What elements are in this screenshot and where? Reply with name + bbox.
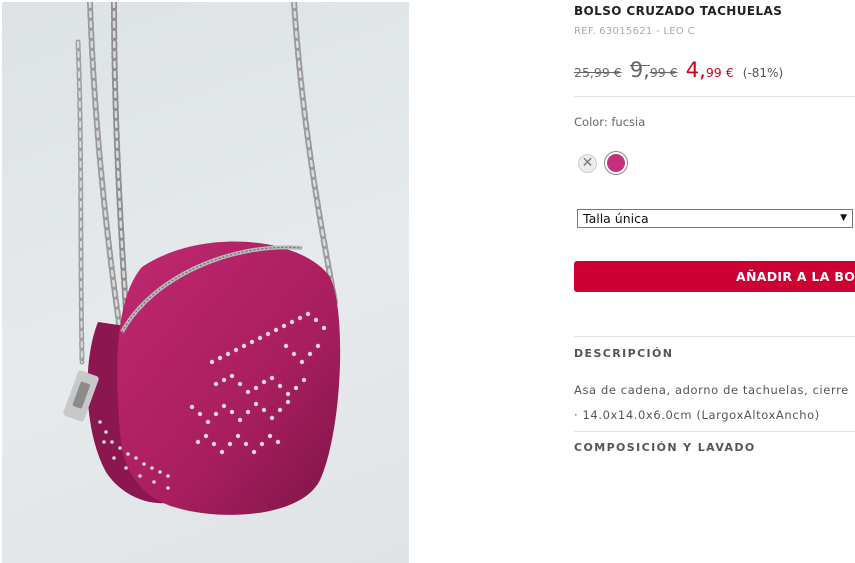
fucsia-swatch-dot <box>607 154 625 172</box>
description-line-1: Asa de cadena, adorno de tachuelas, cier… <box>574 383 849 397</box>
previous-price-dec: 99 € <box>649 65 678 80</box>
product-photo[interactable] <box>2 2 409 563</box>
size-select[interactable]: Talla única ▼ <box>577 209 853 228</box>
product-title: BOLSO CRUZADO TACHUELAS <box>574 4 783 18</box>
add-to-bag-button[interactable]: AÑADIR A LA BOLSA <box>574 261 855 292</box>
previous-price-int: 9, <box>629 58 650 82</box>
price-block: 25,99 € 9,99 € 4,99 € (-81%) <box>574 58 783 86</box>
x-icon: ✕ <box>581 155 594 171</box>
size-selected-value: Talla única <box>583 211 649 226</box>
description-heading[interactable]: DESCRIPCIÓN <box>574 347 673 360</box>
divider <box>574 431 855 432</box>
bag-illustration <box>63 2 341 515</box>
discount-percent: (-81%) <box>742 66 784 80</box>
current-price: 4,99 € <box>686 58 734 82</box>
original-price: 25,99 € <box>574 65 622 80</box>
divider <box>574 96 855 97</box>
current-price-dec: 99 € <box>705 65 734 80</box>
color-label: Color: fucsia <box>574 115 646 129</box>
color-swatch-fucsia[interactable] <box>604 151 628 175</box>
color-swatch-unavailable[interactable]: ✕ <box>578 154 597 173</box>
divider <box>574 336 855 337</box>
previous-price: 9,99 € <box>630 58 678 82</box>
dropdown-arrow-icon: ▼ <box>840 213 847 223</box>
current-price-int: 4, <box>685 58 706 82</box>
composition-heading[interactable]: COMPOSICIÓN Y LAVADO <box>574 441 756 454</box>
product-reference: REF. 63015621 - LEO C <box>574 26 695 37</box>
product-info-panel: BOLSO CRUZADO TACHUELAS REF. 63015621 - … <box>574 0 855 563</box>
description-line-2: · 14.0x14.0x6.0cm (LargoxAltoxAncho) <box>574 408 820 422</box>
